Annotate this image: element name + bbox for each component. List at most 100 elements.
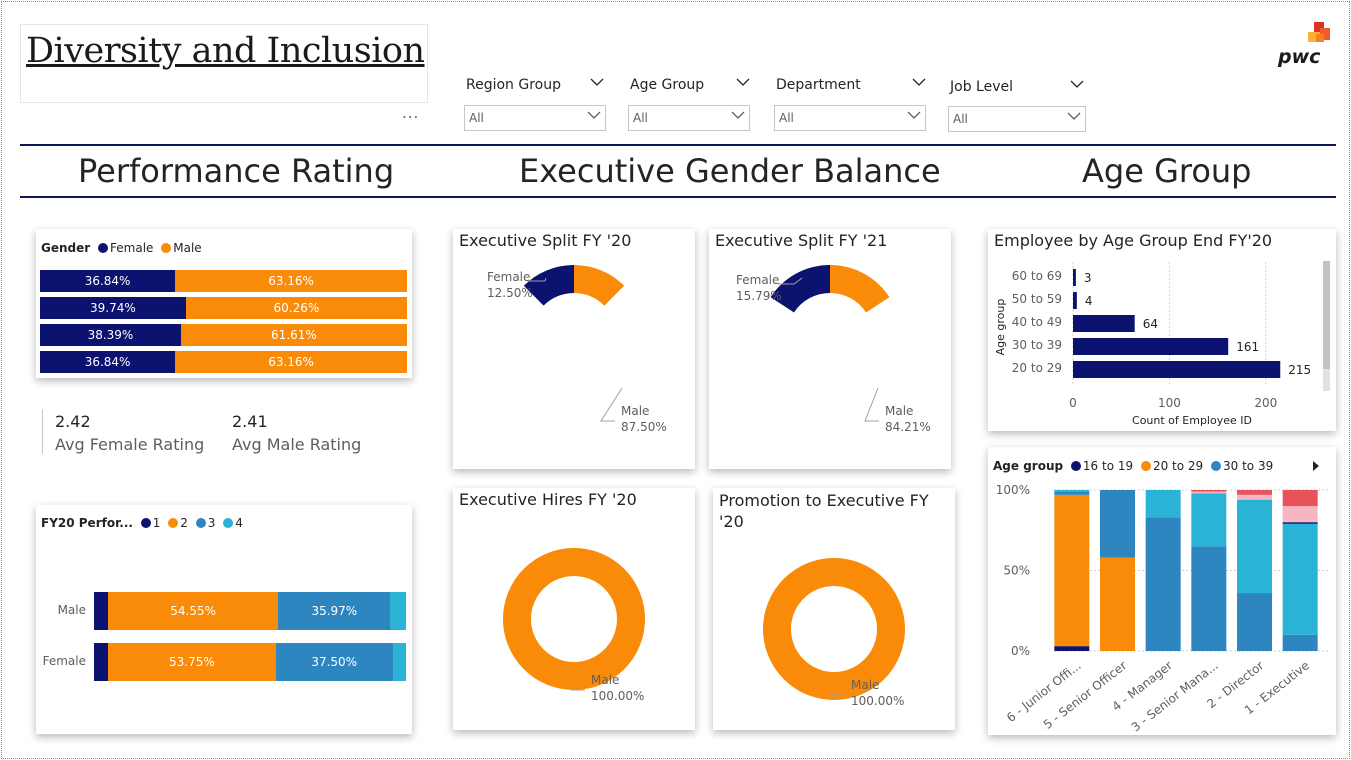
bar-segment-rating-3[interactable]: 37.50% <box>275 643 393 681</box>
bar-segment <box>1054 490 1090 492</box>
dropdown-value: All <box>469 111 484 125</box>
bar-segment <box>1282 522 1318 524</box>
scrollbar-track[interactable] <box>1323 261 1330 391</box>
more-options-icon[interactable]: ... <box>402 106 419 121</box>
x-tick-label: 5 - Senior Officer <box>1041 658 1130 732</box>
data-label-value: 100.00% <box>591 689 644 703</box>
bar-segment <box>1191 493 1227 547</box>
x-tick-label: 200 <box>1254 396 1277 410</box>
bar-segment <box>1100 557 1135 651</box>
bar <box>1073 338 1229 355</box>
bar <box>1073 292 1077 309</box>
legend-marker <box>195 518 206 528</box>
legend-item: Male <box>173 241 202 255</box>
donut-card-split-fy21[interactable]: Executive Split FY '21 Male 84.21% Female 1… <box>709 229 951 469</box>
chevron-down-icon[interactable] <box>590 77 604 87</box>
age-group-bar-chart: 0 100 200 60 to 69 3 50 to 59 4 40 to 49 64 30 to… <box>994 262 1311 427</box>
leader-line <box>864 387 879 422</box>
legend-item: 4 <box>235 516 243 530</box>
job-level-dropdown[interactable]: All <box>948 106 1086 132</box>
dropdown-value: All <box>953 112 968 126</box>
x-tick-label: 100 <box>1158 396 1181 410</box>
gender-rating-chart[interactable]: Gender Female Male 36.84% 63.16% 39.74% 60.… <box>36 229 412 378</box>
bar-segment <box>1237 593 1272 651</box>
bar-segment-female[interactable]: 36.84% <box>40 270 176 292</box>
donut-card-promotion-fy20[interactable]: Promotion to Executive FY '20 Male 100.00… <box>713 488 955 730</box>
chevron-down-icon <box>587 111 601 119</box>
data-label-category: Female <box>736 273 779 287</box>
bar-segment <box>1237 499 1272 594</box>
x-axis-title: Count of Employee ID <box>1132 414 1252 427</box>
bar-segment <box>1237 490 1272 495</box>
data-label-category: Male <box>851 678 879 692</box>
bar <box>1073 361 1281 378</box>
bar-segment-rating-4[interactable] <box>392 643 406 681</box>
department-dropdown[interactable]: All <box>774 105 926 131</box>
data-label-value: 15.79% <box>736 289 782 303</box>
data-label: 3 <box>1084 271 1092 285</box>
chevron-down-icon[interactable] <box>736 77 750 87</box>
bar-segment <box>1054 494 1090 647</box>
bar-segment <box>1237 494 1272 500</box>
bar-segment-male[interactable]: 63.16% <box>175 270 407 292</box>
bar-segment-rating-2[interactable]: 54.55% <box>108 592 279 630</box>
chevron-down-icon[interactable] <box>1070 79 1084 89</box>
donut-card-split-fy20[interactable]: Executive Split FY '20 Male 87.50% Female 1… <box>453 229 695 469</box>
donut-chart: Male 100.00% <box>503 548 645 703</box>
section-title-performance: Performance Rating <box>78 152 395 190</box>
age-group-dropdown[interactable]: All <box>628 105 750 131</box>
bar-segment-rating-1[interactable] <box>94 643 109 681</box>
y-tick-label: 100% <box>996 483 1030 497</box>
chart-legend: FY20 Perfor... 1 2 3 4 <box>41 516 243 530</box>
data-label-category: Male <box>885 404 913 418</box>
section-title-gender-balance: Executive Gender Balance <box>519 152 941 190</box>
bar-row[interactable]: 39.74% 60.26% <box>40 297 407 319</box>
data-label-value: 87.50% <box>621 420 667 434</box>
donut-card-hires-fy20[interactable]: Executive Hires FY '20 Male 100.00% <box>453 488 695 730</box>
bar-segment <box>1191 546 1227 651</box>
slicer-label: Age Group <box>630 77 705 93</box>
region-group-dropdown[interactable]: All <box>464 105 606 131</box>
age-group-bar-card[interactable]: Employee by Age Group End FY'20 0 100 200 6… <box>988 229 1336 431</box>
slicer-label: Department <box>776 77 861 93</box>
bar-segment-female[interactable]: 39.74% <box>40 297 186 319</box>
bar-segment-rating-3[interactable]: 35.97% <box>278 592 391 630</box>
x-tick-label: 0 <box>1069 396 1077 410</box>
bar-row[interactable]: 38.39% 61.61% <box>40 324 407 346</box>
bar-segment-female[interactable]: 38.39% <box>40 324 181 346</box>
title-textbox[interactable]: Diversity and Inclusion <box>20 24 428 103</box>
section-title-age-group: Age Group <box>1082 152 1252 190</box>
age-group-stacked-card[interactable]: Age group 16 to 19 20 to 29 30 to 39 0% 5… <box>988 447 1336 735</box>
data-label-value: 12.50% <box>487 286 533 300</box>
bar-segment-male[interactable]: 60.26% <box>185 297 407 319</box>
fy20-performance-chart[interactable]: FY20 Perfor... 1 2 3 4 Male 54.55% 35.97% F… <box>36 505 412 734</box>
bar-segment-female[interactable]: 36.84% <box>40 351 176 373</box>
bar-row[interactable]: 36.84% 63.16% <box>40 270 407 292</box>
legend-marker <box>98 243 109 253</box>
chevron-down-icon[interactable] <box>912 77 926 87</box>
bar-segment-male[interactable]: 63.16% <box>175 351 407 373</box>
scrollbar-thumb[interactable] <box>1323 261 1330 369</box>
slicer-label: Job Level <box>950 79 1013 95</box>
bar-row[interactable]: 36.84% 63.16% <box>40 351 407 373</box>
bar-row[interactable]: 53.75% 37.50% <box>94 643 406 681</box>
bar-segment-male[interactable]: 61.61% <box>180 324 407 346</box>
y-tick-label: 30 to 39 <box>1012 338 1062 352</box>
y-tick-label: 0% <box>1011 644 1030 658</box>
kpi-value: 2.41 <box>232 412 268 431</box>
x-tick-label: 3 - Senior Mana... <box>1129 658 1221 734</box>
bar-segment-rating-4[interactable] <box>390 592 406 630</box>
y-tick-label: 50 to 59 <box>1012 292 1062 306</box>
donut-chart: Male 100.00% <box>763 558 905 708</box>
data-label-category: Female <box>487 270 530 284</box>
legend-title: Gender <box>41 241 91 255</box>
bar-segment <box>1145 490 1181 518</box>
dropdown-value: All <box>779 111 794 125</box>
legend-item: Female <box>110 241 154 255</box>
bar-row[interactable]: 54.55% 35.97% <box>94 592 406 630</box>
bar-segment <box>1100 490 1135 558</box>
x-tick-label: 6 - Junior Offi... <box>1004 658 1084 725</box>
bar-segment-rating-2[interactable]: 53.75% <box>108 643 276 681</box>
bar-segment-rating-1[interactable] <box>94 592 109 630</box>
bar-segment <box>1282 523 1318 635</box>
